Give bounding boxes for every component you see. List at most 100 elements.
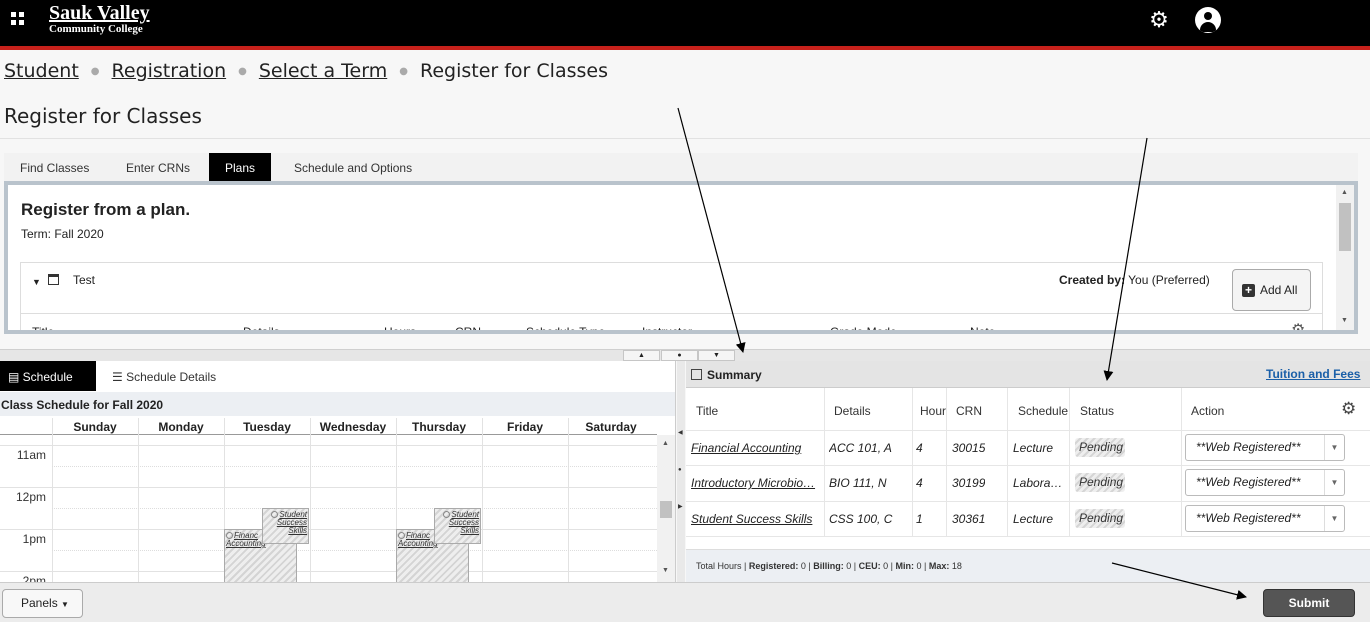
created-by-label: Created by:: [1059, 273, 1126, 287]
course-title-link[interactable]: Student Success Skills: [691, 512, 819, 526]
plan-col-schedule-type[interactable]: Schedule Type: [526, 325, 605, 330]
collapse-left-icon[interactable]: ◀: [678, 429, 683, 436]
breadcrumb-student[interactable]: Student: [4, 60, 79, 82]
summary-col-schedule[interactable]: Schedule: [1018, 404, 1068, 418]
plan-name: Test: [73, 273, 96, 287]
schedule-scrollbar[interactable]: ▲ ▼: [657, 435, 675, 582]
chevron-down-icon[interactable]: ▼: [1324, 470, 1344, 495]
tab-plans[interactable]: Plans: [209, 153, 272, 181]
event-student-success-thu[interactable]: Student Success Skills: [434, 508, 481, 544]
course-hours: 4: [916, 441, 923, 455]
ceu-label: CEU:: [858, 561, 881, 571]
top-bar: Sauk Valley Community College ⚙: [0, 0, 1370, 46]
summary-col-title[interactable]: Title: [696, 404, 718, 418]
billing-label: Billing:: [813, 561, 844, 571]
course-title-link[interactable]: Introductory Microbio…: [691, 476, 819, 490]
panels-button[interactable]: Panels ▼: [2, 589, 83, 618]
tab-schedule-options[interactable]: Schedule and Options: [278, 153, 428, 181]
list-icon: ☰: [112, 370, 127, 384]
restore-icon[interactable]: ●: [661, 350, 698, 361]
plan-heading: Register from a plan.: [21, 200, 191, 219]
check-icon: [226, 532, 233, 539]
plan-col-instructor[interactable]: Instructor: [642, 325, 692, 330]
row-divider: [686, 430, 1370, 431]
collapse-down-icon[interactable]: ▼: [698, 350, 735, 361]
check-icon: [443, 511, 451, 518]
chevron-down-icon[interactable]: ▼: [32, 277, 41, 287]
gear-icon[interactable]: ⚙: [1341, 399, 1356, 419]
user-icon[interactable]: [1195, 7, 1221, 33]
restore-icon[interactable]: ●: [678, 467, 682, 473]
row-divider: [686, 536, 1370, 537]
scroll-up-icon[interactable]: ▲: [1341, 189, 1348, 196]
action-select[interactable]: **Web Registered** ▼: [1185, 469, 1345, 496]
add-all-button[interactable]: + Add All: [1232, 269, 1311, 311]
min-label: Min:: [895, 561, 915, 571]
chevron-down-icon[interactable]: ▼: [1324, 506, 1344, 531]
collapse-right-icon[interactable]: ▶: [678, 503, 683, 510]
summary-col-action[interactable]: Action: [1191, 404, 1224, 418]
chevron-down-icon: ▼: [61, 600, 69, 609]
hour-line: [0, 571, 657, 572]
scroll-down-icon[interactable]: ▼: [1341, 317, 1348, 324]
course-title-link[interactable]: Financial Accounting: [691, 441, 819, 455]
plan-col-note[interactable]: Note: [970, 325, 995, 330]
plan-col-crn[interactable]: CRN: [455, 325, 481, 330]
breadcrumb-select-term[interactable]: Select a Term: [259, 60, 387, 82]
created-by-value: You (Preferred): [1125, 273, 1210, 287]
grid-menu-icon[interactable]: [11, 12, 25, 26]
chevron-down-icon[interactable]: ▼: [1324, 435, 1344, 460]
plan-table-header: Title Details Hours CRN Schedule Type In…: [21, 313, 1322, 330]
summary-col-status[interactable]: Status: [1080, 404, 1114, 418]
schedule-title: Class Schedule for Fall 2020: [0, 392, 675, 416]
bottom-bar: Panels ▼ Submit: [0, 582, 1370, 622]
action-select[interactable]: **Web Registered** ▼: [1185, 434, 1345, 461]
submit-button[interactable]: Submit: [1263, 589, 1355, 617]
day-thursday: Thursday: [411, 420, 466, 434]
action-value: **Web Registered**: [1196, 475, 1301, 489]
breadcrumb-registration[interactable]: Registration: [112, 60, 227, 82]
total-hours-label: Total Hours: [696, 561, 742, 571]
plan-col-title[interactable]: Title: [32, 325, 54, 330]
tuition-fees-link[interactable]: Tuition and Fees: [1266, 367, 1360, 381]
tab-schedule[interactable]: ▤ Schedule: [0, 361, 96, 391]
status-badge: Pending: [1075, 473, 1125, 492]
summary-col-crn[interactable]: CRN: [956, 404, 982, 418]
tab-find-classes[interactable]: Find Classes: [4, 153, 105, 181]
scroll-up-icon[interactable]: ▲: [662, 440, 669, 447]
grid-line: [310, 418, 311, 582]
plan-col-hours[interactable]: Hours: [384, 325, 416, 330]
course-hours: 1: [916, 512, 923, 526]
plan-scrollbar[interactable]: ▲ ▼: [1336, 185, 1354, 330]
scroll-thumb[interactable]: [660, 501, 672, 518]
half-hour-line: [52, 466, 657, 467]
gear-icon[interactable]: ⚙: [1291, 320, 1305, 330]
scroll-down-icon[interactable]: ▼: [662, 567, 669, 574]
summary-col-details[interactable]: Details: [834, 404, 871, 418]
page-title: Register for Classes: [4, 104, 202, 128]
status-badge: Pending: [1075, 509, 1125, 528]
column-divider: [824, 388, 825, 537]
plan-col-details[interactable]: Details: [243, 325, 280, 330]
collapse-up-icon[interactable]: ▲: [623, 350, 660, 361]
tab-enter-crns[interactable]: Enter CRNs: [110, 153, 206, 181]
calendar-icon: [48, 274, 59, 285]
scroll-thumb[interactable]: [1339, 203, 1351, 251]
action-select[interactable]: **Web Registered** ▼: [1185, 505, 1345, 532]
plan-col-grade-mode[interactable]: Grade Mode: [830, 325, 897, 330]
summary-col-hours[interactable]: Hour: [920, 404, 946, 418]
event-student-success-tue[interactable]: Student Success Skills: [262, 508, 309, 544]
max-label: Max:: [928, 561, 950, 571]
gear-icon[interactable]: ⚙: [1148, 9, 1170, 31]
row-divider: [686, 465, 1370, 466]
event-label: Student Success Skills: [276, 510, 307, 535]
logo-name: Sauk Valley: [49, 2, 150, 24]
schedule-panel: ▤ Schedule ☰ Schedule Details Class Sche…: [0, 361, 676, 582]
vertical-splitter[interactable]: ◀ ● ▶: [677, 361, 685, 582]
plan-term: Term: Fall 2020: [21, 227, 104, 241]
registered-value: 0: [800, 561, 806, 571]
summary-title: Summary: [707, 368, 762, 382]
action-value: **Web Registered**: [1196, 440, 1301, 454]
college-logo[interactable]: Sauk Valley Community College: [49, 2, 150, 35]
tab-schedule-details[interactable]: ☰ Schedule Details: [112, 361, 216, 391]
